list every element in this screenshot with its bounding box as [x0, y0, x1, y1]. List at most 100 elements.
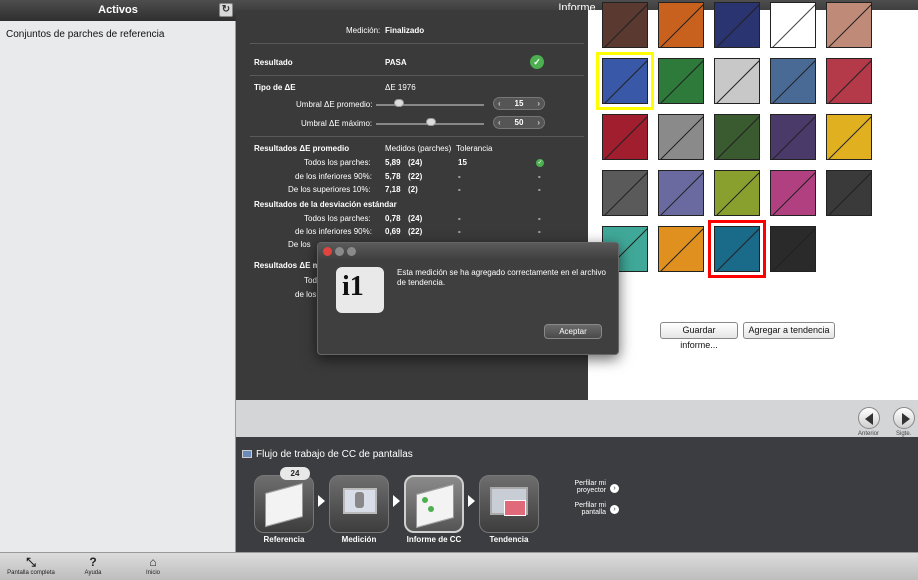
- tendencia-label: Tendencia: [489, 535, 529, 544]
- diagonal-split-icon: [828, 116, 871, 159]
- perfilar-proyector-link[interactable]: Perfilar mi proyector: [554, 480, 606, 494]
- color-patch[interactable]: [714, 170, 760, 216]
- color-patch[interactable]: [770, 170, 816, 216]
- resultado-value: PASA: [385, 58, 407, 67]
- color-patch[interactable]: [714, 114, 760, 160]
- increment-icon[interactable]: ›: [537, 98, 540, 109]
- umbral-promedio-slider-knob[interactable]: [394, 99, 404, 107]
- color-patch[interactable]: [658, 114, 704, 160]
- avg-row-count: (22): [408, 172, 423, 181]
- color-patch[interactable]: [658, 58, 704, 104]
- diagonal-split-icon: [828, 60, 871, 103]
- color-patch[interactable]: [596, 52, 654, 110]
- color-patch[interactable]: [826, 2, 872, 48]
- avg-row-label: de los inferiores 90%:: [295, 172, 372, 181]
- agregar-tendencia-button[interactable]: Agregar a tendencia: [743, 322, 835, 339]
- diagonal-split-icon: [716, 4, 759, 47]
- sidebar-item-reference-sets[interactable]: Conjuntos de parches de referencia: [6, 29, 164, 40]
- std-row-value: 0,78: [385, 214, 401, 223]
- zoom-icon[interactable]: [347, 247, 356, 256]
- tendencia-step-icon[interactable]: [479, 475, 539, 533]
- umbral-promedio-label: Umbral ΔE promedio:: [296, 100, 373, 109]
- patch-count-badge: 24: [280, 467, 310, 480]
- color-patch[interactable]: [602, 2, 648, 48]
- color-patch[interactable]: [708, 220, 766, 278]
- color-patch[interactable]: [770, 114, 816, 160]
- diagonal-split-icon: [772, 116, 815, 159]
- std-row-label: Todos los parches:: [304, 214, 371, 223]
- diagonal-split-icon: [772, 4, 815, 47]
- confirmation-dialog: i1 Esta medición se ha agregado correcta…: [317, 242, 619, 355]
- avg-row-value: 5,89: [385, 158, 401, 167]
- umbral-promedio-slider[interactable]: [376, 104, 484, 106]
- help-button[interactable]: ? Ayuda: [78, 555, 108, 576]
- color-patch[interactable]: [770, 58, 816, 104]
- guardar-informe-button[interactable]: Guardar informe...: [660, 322, 738, 350]
- color-patch[interactable]: [658, 170, 704, 216]
- home-icon: ⌂: [149, 555, 157, 569]
- arrow-right-icon[interactable]: ›: [610, 484, 619, 493]
- diagonal-split-icon: [772, 228, 815, 271]
- fullscreen-button[interactable]: ⤡ Pantalla completa: [4, 555, 58, 576]
- increment-icon[interactable]: ›: [537, 117, 540, 128]
- divider: [250, 136, 584, 137]
- std-row-extra: -: [538, 227, 541, 236]
- close-icon[interactable]: [323, 247, 332, 256]
- umbral-maximo-slider-knob[interactable]: [426, 118, 436, 126]
- refresh-icon[interactable]: ↻: [219, 3, 233, 17]
- std-row-label: de los inferiores 90%:: [295, 227, 372, 236]
- color-patch[interactable]: [658, 2, 704, 48]
- divider: [250, 75, 584, 76]
- home-label: Inicio: [145, 570, 160, 576]
- avg-row-tol: -: [458, 172, 461, 181]
- check-icon: [422, 497, 428, 503]
- app-window: Activos ↻ Conjuntos de parches de refere…: [0, 0, 918, 580]
- arrow-right-icon[interactable]: ›: [610, 505, 619, 514]
- diagonal-split-icon: [828, 4, 871, 47]
- max-row-label: de los: [295, 290, 317, 299]
- dialog-message: Esta medición se ha agregado correctamen…: [397, 268, 607, 287]
- avg-row-tol: 15: [458, 158, 467, 167]
- color-patch[interactable]: [602, 114, 648, 160]
- informe-cc-step-icon[interactable]: [404, 475, 464, 533]
- siguiente-button[interactable]: [893, 407, 915, 429]
- referencia-step-icon[interactable]: [254, 475, 314, 533]
- diagonal-split-icon: [660, 172, 703, 215]
- diagonal-split-icon: [660, 116, 703, 159]
- perfilar-pantalla-link[interactable]: Perfilar mi pantalla: [554, 502, 606, 516]
- color-patch[interactable]: [826, 114, 872, 160]
- anterior-button[interactable]: [858, 407, 880, 429]
- medicion-step-icon[interactable]: [329, 475, 389, 533]
- workflow-panel: Flujo de trabajo de CC de pantallas 24 R…: [236, 437, 918, 552]
- col-tolerancia: Tolerancia: [456, 144, 493, 153]
- color-patch[interactable]: [770, 2, 816, 48]
- std-row-value: 0,69: [385, 227, 401, 236]
- diagonal-split-icon: [660, 60, 703, 103]
- home-button[interactable]: ⌂ Inicio: [138, 555, 168, 576]
- color-patch[interactable]: [826, 58, 872, 104]
- diagonal-split-icon: [660, 4, 703, 47]
- avg-row-label: De los superiores 10%:: [288, 185, 371, 194]
- i1-logo-icon: i1: [336, 267, 384, 313]
- decrement-icon[interactable]: ‹: [498, 117, 501, 128]
- std-row-tol: -: [458, 214, 461, 223]
- minimize-icon[interactable]: [335, 247, 344, 256]
- color-patch[interactable]: [602, 170, 648, 216]
- diagonal-split-icon: [604, 4, 647, 47]
- color-patch[interactable]: [714, 2, 760, 48]
- chart-icon: [504, 500, 526, 516]
- arrow-right-icon: [902, 413, 910, 425]
- color-patch[interactable]: [770, 226, 816, 272]
- aceptar-button[interactable]: Aceptar: [544, 324, 602, 339]
- medicion-label: Medición:: [346, 26, 381, 35]
- color-patch[interactable]: [826, 170, 872, 216]
- col-medidos: Medidos (parches): [385, 144, 452, 153]
- diagonal-split-icon: [604, 116, 647, 159]
- umbral-promedio-stepper[interactable]: ‹ 15 ›: [493, 97, 545, 110]
- help-icon: ?: [89, 555, 97, 569]
- std-row-count: (24): [408, 214, 423, 223]
- color-patch[interactable]: [714, 58, 760, 104]
- decrement-icon[interactable]: ‹: [498, 98, 501, 109]
- color-patch[interactable]: [658, 226, 704, 272]
- umbral-maximo-stepper[interactable]: ‹ 50 ›: [493, 116, 545, 129]
